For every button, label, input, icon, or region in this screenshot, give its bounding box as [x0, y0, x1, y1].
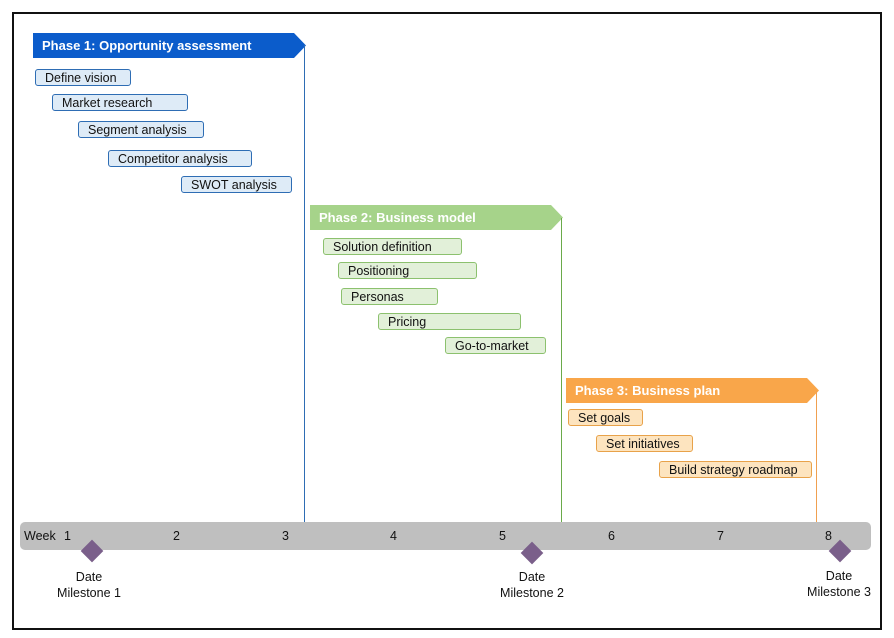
task-personas: Personas	[341, 288, 438, 305]
week-3: 3	[282, 529, 289, 543]
task-pricing: Pricing	[378, 313, 521, 330]
phase-2-end-line	[561, 218, 562, 522]
task-set-initiatives: Set initiatives	[596, 435, 693, 452]
phase-3-banner: Phase 3: Business plan	[566, 378, 819, 403]
phase-1-banner: Phase 1: Opportunity assessment	[33, 33, 306, 58]
milestone-3-label: Date Milestone 3	[789, 568, 889, 600]
milestone-2-date: Date	[518, 570, 546, 584]
week-4: 4	[390, 529, 397, 543]
week-1: 1	[64, 529, 71, 543]
task-swot-analysis: SWOT analysis	[181, 176, 292, 193]
week-5: 5	[499, 529, 506, 543]
timeline-bar	[20, 522, 871, 550]
task-positioning: Positioning	[338, 262, 477, 279]
timeline-week-label: Week	[24, 529, 56, 543]
task-market-research: Market research	[52, 94, 188, 111]
week-6: 6	[608, 529, 615, 543]
task-segment-analysis: Segment analysis	[78, 121, 204, 138]
milestone-1-date: Date	[75, 570, 103, 584]
milestone-2-name: Milestone 2	[500, 586, 564, 600]
milestone-2-label: Date Milestone 2	[482, 569, 582, 601]
task-go-to-market: Go-to-market	[445, 337, 546, 354]
week-2: 2	[173, 529, 180, 543]
task-solution-definition: Solution definition	[323, 238, 462, 255]
week-7: 7	[717, 529, 724, 543]
task-build-strategy-roadmap: Build strategy roadmap	[659, 461, 812, 478]
task-competitor-analysis: Competitor analysis	[108, 150, 252, 167]
phase-1-end-line	[304, 45, 305, 522]
milestone-1-label: Date Milestone 1	[39, 569, 139, 601]
phase-2-banner: Phase 2: Business model	[310, 205, 563, 230]
task-define-vision: Define vision	[35, 69, 131, 86]
milestone-1-name: Milestone 1	[57, 586, 121, 600]
task-set-goals: Set goals	[568, 409, 643, 426]
milestone-3-name: Milestone 3	[807, 585, 871, 599]
week-8: 8	[825, 529, 832, 543]
milestone-3-date: Date	[825, 569, 853, 583]
phase-3-end-line	[816, 391, 817, 522]
